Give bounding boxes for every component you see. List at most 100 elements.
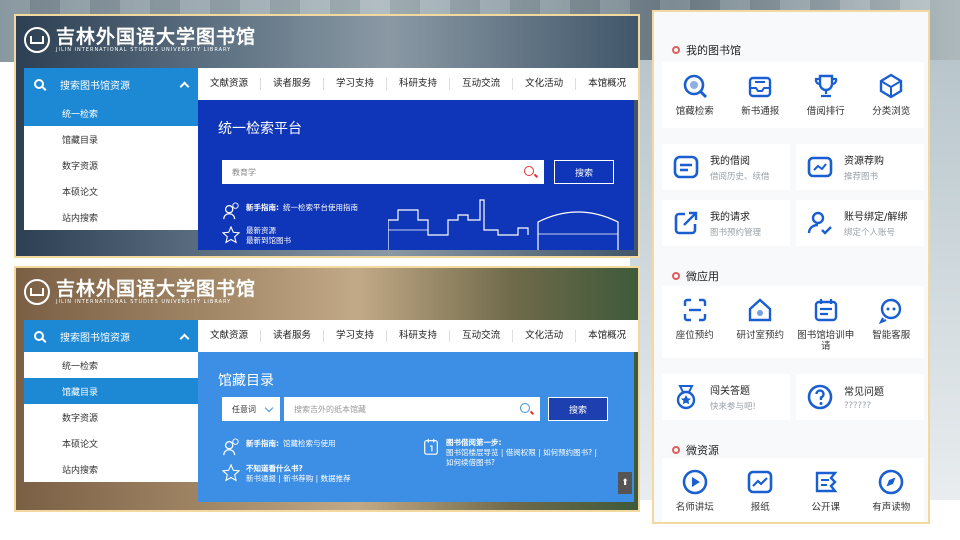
share-icon: [674, 211, 698, 235]
grid-item-training-apply[interactable]: 图书馆培训申请: [794, 286, 858, 358]
nav-item-culture[interactable]: 文化活动: [513, 78, 577, 90]
nav-item-research-support[interactable]: 科研支持: [387, 78, 451, 90]
back-to-top-button[interactable]: ⬆: [618, 472, 632, 494]
catalog-search-input[interactable]: 搜索吉外的纸本馆藏: [284, 397, 540, 421]
sidebar-item-catalog[interactable]: 馆藏目录: [24, 378, 198, 404]
borrowing-links[interactable]: 图书馆楼层导览 | 借阅权限 | 如何预约图书? |: [446, 448, 597, 458]
card-account-binding[interactable]: 账号绑定/解绑 绑定个人账号: [796, 200, 924, 246]
nav-item-interaction[interactable]: 互动交流: [450, 330, 514, 342]
play-icon: [682, 469, 708, 495]
chevron-up-icon[interactable]: [179, 333, 190, 343]
grid-item-seat-booking[interactable]: 座位预约: [663, 286, 727, 358]
nav-item-literature[interactable]: 文献资源: [198, 78, 262, 90]
nav-item-study-support[interactable]: 学习支持: [324, 78, 388, 90]
grid-item-smart-service[interactable]: 智能客服: [859, 286, 923, 358]
micro-apps-grid: 座位预约 研讨室预约 图书馆培训申请 智能客服: [662, 286, 924, 358]
card-my-requests[interactable]: 我的请求 图书预约管理: [662, 200, 790, 246]
nav-item-interaction[interactable]: 互动交流: [450, 78, 514, 90]
panel-title: 馆藏目录: [218, 373, 274, 389]
nav-item-reader-services[interactable]: 读者服务: [261, 330, 325, 342]
grid-item-open-courses[interactable]: 公开课: [794, 458, 858, 522]
home-icon: [749, 298, 772, 322]
tip-newbie-guide: 新手指南: 统一检索平台使用指南: [222, 202, 358, 220]
library-logo-icon[interactable]: [24, 279, 50, 305]
sidebar-item-catalog[interactable]: 馆藏目录: [24, 126, 198, 152]
cube-icon: [880, 73, 903, 99]
renew-link[interactable]: 如何续借图书?: [446, 458, 597, 468]
grid-item-lectures[interactable]: 名师讲坛: [663, 458, 727, 522]
panel-title: 统一检索平台: [218, 121, 302, 137]
new-books-link[interactable]: 最新到馆图书: [246, 236, 291, 246]
search-icon[interactable]: [524, 166, 534, 176]
grid-item-category-browse[interactable]: 分类浏览: [859, 62, 923, 128]
nav-item-study-support[interactable]: 学习支持: [324, 330, 388, 342]
course-icon: [815, 471, 838, 493]
grid-item-borrow-ranking[interactable]: 借阅排行: [794, 62, 858, 128]
search-type-select[interactable]: 任意词: [222, 397, 280, 421]
sidebar-item-theses[interactable]: 本硕论文: [24, 178, 198, 204]
sidebar-item-site-search[interactable]: 站内搜索: [24, 204, 198, 230]
nav-item-reader-services[interactable]: 读者服务: [261, 78, 325, 90]
search-icon: [683, 74, 707, 99]
chevron-up-icon[interactable]: [179, 81, 190, 91]
card-quiz[interactable]: 闯关答题 快来参与吧!: [662, 374, 790, 420]
search-icon[interactable]: [520, 403, 530, 413]
grid-item-newspapers[interactable]: 报纸: [728, 458, 792, 522]
chat-bot-icon: [879, 298, 902, 324]
card-my-borrowing[interactable]: 我的借阅 借阅历史、续借: [662, 144, 790, 190]
search-sidebar: 搜索图书馆资源 统一检索 馆藏目录 数字资源 本硕论文 站内搜索: [24, 320, 198, 482]
nav-item-culture[interactable]: 文化活动: [513, 330, 577, 342]
nav-item-research-support[interactable]: 科研支持: [387, 330, 451, 342]
grid-item-audiobooks[interactable]: 有声读物: [859, 458, 923, 522]
search-button[interactable]: 搜索: [554, 160, 614, 184]
tip-borrowing-first-step: 图书借阅第一步: 图书馆楼层导览 | 借阅权限 | 如何预约图书? | 如何续借图书…: [422, 438, 597, 468]
nav-item-about[interactable]: 本馆概况: [576, 78, 638, 90]
search-button[interactable]: 搜索: [548, 397, 608, 421]
search-input[interactable]: 教育学: [222, 160, 544, 184]
card-resource-recommend[interactable]: 资源荐购 推荐图书: [796, 144, 924, 190]
sidebar-item-digital-resources[interactable]: 数字资源: [24, 152, 198, 178]
list-icon: [673, 155, 699, 179]
sidebar-header[interactable]: 搜索图书馆资源: [24, 68, 198, 100]
site-header: 吉林外国语大学图书馆 JILIN INTERNATIONAL STUDIES U…: [16, 16, 256, 64]
bullet-icon: [672, 46, 680, 54]
compass-icon: [878, 469, 904, 495]
star-icon: [222, 464, 240, 482]
site-header: 吉林外国语大学图书馆 JILIN INTERNATIONAL STUDIES U…: [16, 268, 256, 316]
card-faq[interactable]: 常见问题??????: [796, 374, 924, 420]
trophy-icon: [814, 74, 837, 98]
sidebar-header[interactable]: 搜索图书馆资源: [24, 320, 198, 352]
new-resources-link[interactable]: 最新资源: [246, 226, 291, 236]
search-sidebar: 搜索图书馆资源 统一检索 馆藏目录 数字资源 本硕论文 站内搜索: [24, 68, 198, 230]
calendar-icon: [424, 438, 438, 455]
sidebar-item-digital-resources[interactable]: 数字资源: [24, 404, 198, 430]
grid-item-catalog-search[interactable]: 馆藏检索: [663, 62, 727, 128]
library-logo-text[interactable]: 吉林外国语大学图书馆 JILIN INTERNATIONAL STUDIES U…: [56, 279, 256, 306]
user-help-icon: [223, 438, 239, 456]
grid-item-room-booking[interactable]: 研讨室预约: [728, 286, 792, 358]
star-icon: [222, 226, 240, 244]
sidebar-item-site-search[interactable]: 站内搜索: [24, 456, 198, 482]
grid-item-new-books[interactable]: 新书通报: [728, 62, 792, 128]
search-icon: [34, 79, 44, 89]
sidebar-item-unified-search[interactable]: 统一检索: [24, 100, 198, 126]
recommend-links[interactable]: 新书通报 | 新书荐购 | 数据推荐: [246, 474, 351, 484]
sidebar-item-unified-search[interactable]: 统一检索: [24, 352, 198, 378]
tray-icon: [749, 76, 772, 98]
nav-item-about[interactable]: 本馆概况: [576, 330, 638, 342]
search-panel: 统一检索平台 教育学 搜索 新手指南: 统一检索平台使用指南 最新资源 最新到馆图书: [198, 100, 634, 250]
mobile-app-panel: 我的图书馆 馆藏检索 新书通报 借阅排行 分类浏览 我的借阅 借阅历史、续借 资源…: [652, 10, 930, 524]
trend-icon: [747, 470, 773, 494]
micro-resources-grid: 名师讲坛 报纸 公开课 有声读物: [662, 458, 924, 522]
sidebar-item-theses[interactable]: 本硕论文: [24, 430, 198, 456]
nav-item-literature[interactable]: 文献资源: [198, 330, 262, 342]
section-micro-resources: 微资源: [672, 442, 719, 458]
guide-link[interactable]: 统一检索平台使用指南: [283, 203, 358, 212]
library-logo-icon[interactable]: [24, 27, 50, 53]
screenshot-unified-search: 吉林外国语大学图书馆 JILIN INTERNATIONAL STUDIES U…: [14, 14, 640, 258]
library-logo-text[interactable]: 吉林外国语大学图书馆 JILIN INTERNATIONAL STUDIES U…: [56, 27, 256, 54]
catalog-panel: 馆藏目录 任意词 搜索吉外的纸本馆藏 搜索 新手指南: 馆藏检索与使用 不知道看什…: [198, 352, 634, 502]
tip-newbie-guide: 新手指南: 馆藏检索与使用: [222, 438, 336, 456]
section-my-library: 我的图书馆: [672, 42, 741, 58]
guide-link[interactable]: 馆藏检索与使用: [283, 439, 336, 448]
